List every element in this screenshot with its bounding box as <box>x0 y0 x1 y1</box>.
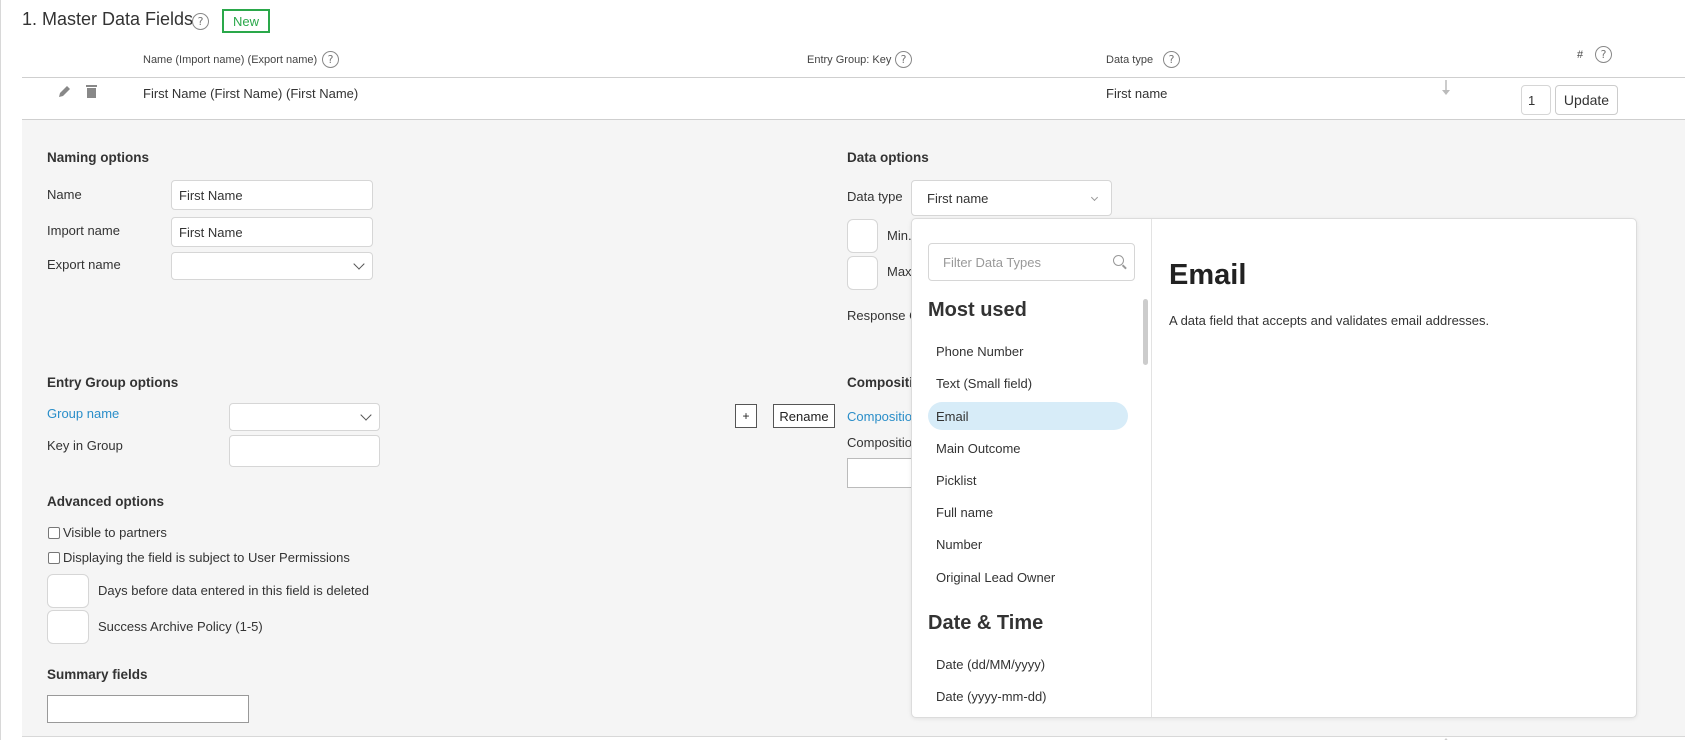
row-data-type: First name <box>1106 86 1168 101</box>
chevron-down-icon <box>353 258 365 270</box>
key-in-group-input[interactable] <box>229 435 380 467</box>
entry-group-help-icon[interactable]: ? <box>895 51 912 68</box>
column-header-data-type: Data type <box>1106 54 1154 66</box>
option-date-time[interactable]: Date/Time (dd/MM/yyyy hh:mm) <box>928 709 1128 718</box>
drag-handle-icon[interactable] <box>1440 732 1452 740</box>
scrollbar-thumb[interactable] <box>1143 299 1148 365</box>
add-group-button[interactable]: + <box>735 404 757 428</box>
option-date-dd-mm-yyyy[interactable]: Date (dd/MM/yyyy) <box>928 650 1128 678</box>
column-header-name: Name (Import name) (Export name) <box>143 54 318 66</box>
export-name-select[interactable] <box>171 252 373 280</box>
data-type-select[interactable]: First name <box>911 180 1112 216</box>
data-options-heading: Data options <box>847 150 929 165</box>
import-name-label: Import name <box>47 223 120 238</box>
filter-data-types-input[interactable]: Filter Data Types <box>928 243 1135 281</box>
detail-title: Email <box>1169 259 1247 291</box>
group-heading-most-used: Most used <box>928 299 1027 321</box>
visible-partners-checkbox[interactable] <box>48 527 60 539</box>
option-date-yyyy-mm-dd[interactable]: Date (yyyy-mm-dd) <box>928 682 1128 710</box>
chevron-down-icon <box>360 409 372 421</box>
days-deleted-label: Days before data entered in this field i… <box>98 583 370 598</box>
option-email[interactable]: Email <box>928 402 1128 430</box>
advanced-options-heading: Advanced options <box>47 494 165 509</box>
left-border <box>0 0 1 740</box>
summary-fields-input[interactable] <box>47 695 249 723</box>
search-icon <box>1113 255 1124 266</box>
rename-button[interactable]: Rename <box>773 404 835 428</box>
trash-icon[interactable] <box>85 84 98 102</box>
visible-partners-label: Visible to partners <box>63 525 167 540</box>
option-text-small-field[interactable]: Text (Small field) <box>928 369 1128 397</box>
data-type-help-icon[interactable]: ? <box>1163 51 1180 68</box>
detail-description: A data field that accepts and validates … <box>1169 313 1490 328</box>
data-type-value: First name <box>927 190 989 206</box>
chevron-down-icon <box>1090 193 1099 202</box>
header-divider <box>22 77 1685 78</box>
help-icon[interactable]: ? <box>192 13 209 30</box>
group-name-link[interactable]: Group name <box>47 406 119 421</box>
max-label: Max <box>887 264 912 279</box>
option-phone-number[interactable]: Phone Number <box>928 337 1128 365</box>
new-button[interactable]: New <box>222 9 270 33</box>
column-header-entry-group: Entry Group: Key <box>807 54 892 66</box>
order-input[interactable]: 1 <box>1521 85 1551 115</box>
export-name-label: Export name <box>47 257 121 272</box>
filter-placeholder: Filter Data Types <box>943 254 1042 270</box>
data-type-list: Filter Data Types Most used Phone Number… <box>912 219 1152 718</box>
option-number[interactable]: Number <box>928 530 1128 558</box>
pencil-icon[interactable] <box>57 84 72 102</box>
entry-group-options-heading: Entry Group options <box>47 375 179 390</box>
option-main-outcome[interactable]: Main Outcome <box>928 434 1128 462</box>
row-name: First Name (First Name) (First Name) <box>143 86 359 101</box>
name-input[interactable]: First Name <box>171 180 373 210</box>
min-label: Min. <box>887 228 912 243</box>
option-picklist[interactable]: Picklist <box>928 466 1128 494</box>
composition-link[interactable]: Compositio <box>847 409 912 424</box>
option-original-lead-owner[interactable]: Original Lead Owner <box>928 563 1128 591</box>
user-permissions-label: Displaying the field is subject to User … <box>63 550 350 565</box>
data-type-dropdown: Filter Data Types Most used Phone Number… <box>911 218 1637 718</box>
composition-label: Compositio <box>847 435 913 450</box>
page-title: 1. Master Data Fields <box>22 9 194 29</box>
key-in-group-label: Key in Group <box>47 438 123 453</box>
archive-policy-label: Success Archive Policy (1-5) <box>98 619 263 634</box>
name-help-icon[interactable]: ? <box>322 51 339 68</box>
naming-options-heading: Naming options <box>47 150 149 165</box>
name-label: Name <box>47 187 82 202</box>
data-type-label: Data type <box>847 189 903 204</box>
summary-fields-heading: Summary fields <box>47 667 148 682</box>
min-input[interactable] <box>847 219 878 253</box>
option-full-name[interactable]: Full name <box>928 498 1128 526</box>
max-input[interactable] <box>847 256 878 290</box>
drag-handle-icon[interactable] <box>1440 80 1452 96</box>
user-permissions-checkbox[interactable] <box>48 552 60 564</box>
group-name-select[interactable] <box>229 403 380 431</box>
days-deleted-input[interactable] <box>47 574 89 608</box>
archive-policy-input[interactable] <box>47 610 89 644</box>
response-label: Response C <box>847 308 919 323</box>
update-button[interactable]: Update <box>1555 85 1618 115</box>
group-heading-date-time: Date & Time <box>928 612 1044 634</box>
order-help-icon[interactable]: ? <box>1595 46 1612 63</box>
column-header-order: # <box>1577 49 1584 61</box>
import-name-input[interactable]: First Name <box>171 217 373 247</box>
